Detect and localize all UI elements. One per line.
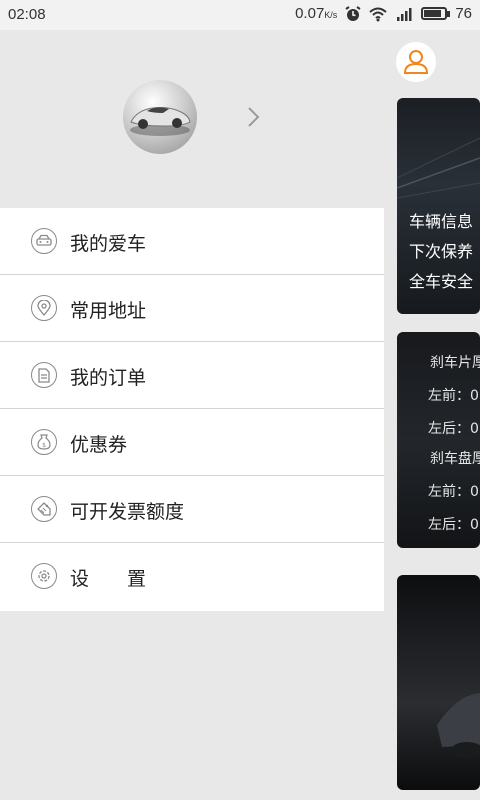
card-line: 刹车盘厚 — [430, 451, 480, 467]
card-line: 左前：0 — [428, 484, 479, 500]
signal-3g-icon — [397, 7, 412, 21]
location-pin-icon — [31, 295, 57, 321]
menu-item-label: 优惠券 — [70, 434, 128, 456]
alarm-icon — [345, 5, 361, 21]
wifi-icon — [369, 7, 387, 21]
svg-text:$: $ — [42, 442, 46, 449]
menu-item-label: 我的订单 — [70, 367, 147, 389]
promo-car-card[interactable] — [397, 575, 480, 790]
menu-item-label: 常用地址 — [70, 300, 147, 322]
vehicle-info-card[interactable]: 车辆信息 下次保养 全车安全 — [397, 98, 480, 314]
car-photo-icon — [130, 107, 191, 136]
document-icon — [31, 362, 57, 388]
battery-level: 76 — [455, 5, 472, 22]
network-speed: 0.07K/s — [295, 5, 337, 22]
menu-item-common-address[interactable]: 常用地址 — [0, 275, 384, 342]
tag-icon — [31, 496, 57, 522]
card-line: 左后：0 — [428, 517, 479, 533]
navigation-drawer: 我的爱车 常用地址 我的订单 $ 优惠券 可开发票额度 设 置 — [0, 30, 384, 800]
menu-item-my-car[interactable]: 我的爱车 — [0, 208, 384, 275]
drawer-menu: 我的爱车 常用地址 我的订单 $ 优惠券 可开发票额度 设 置 — [0, 208, 384, 611]
menu-item-my-orders[interactable]: 我的订单 — [0, 342, 384, 409]
user-profile-button[interactable] — [396, 42, 436, 82]
status-bar: 02:08 0.07K/s 76 — [0, 0, 480, 30]
menu-item-coupons[interactable]: $ 优惠券 — [0, 409, 384, 476]
menu-item-invoice-quota[interactable]: 可开发票额度 — [0, 476, 384, 543]
gear-icon — [31, 563, 57, 589]
menu-item-settings[interactable]: 设 置 — [0, 543, 384, 611]
card-line: 左前：0 — [428, 388, 479, 404]
car-icon — [31, 228, 57, 254]
card-line: 刹车片厚 — [430, 355, 480, 371]
network-speed-unit: K/s — [324, 10, 338, 20]
menu-item-label: 我的爱车 — [70, 233, 147, 255]
menu-item-label: 可开发票额度 — [70, 501, 185, 523]
brake-info-card[interactable]: 刹车片厚 左前：0 左后：0 刹车盘厚 左前：0 左后：0 — [397, 332, 480, 548]
chevron-right-icon[interactable] — [246, 106, 262, 128]
status-time: 02:08 — [8, 6, 46, 23]
card-line: 全车安全 — [409, 272, 474, 291]
user-icon — [403, 50, 429, 74]
avatar[interactable] — [123, 80, 197, 154]
menu-item-label: 设 置 — [70, 568, 147, 590]
network-speed-value: 0.07 — [295, 5, 325, 22]
battery-icon — [421, 7, 451, 20]
car-photo-icon — [437, 693, 480, 758]
card-line: 下次保养 — [409, 242, 474, 261]
coupon-icon: $ — [31, 429, 57, 455]
profile-header — [0, 30, 384, 208]
main-content: 车辆信息 下次保养 全车安全 刹车片厚 左前：0 左后：0 刹车盘厚 左前：0 … — [384, 30, 480, 800]
card-line: 左后：0 — [428, 421, 479, 437]
card-line: 车辆信息 — [409, 212, 474, 231]
